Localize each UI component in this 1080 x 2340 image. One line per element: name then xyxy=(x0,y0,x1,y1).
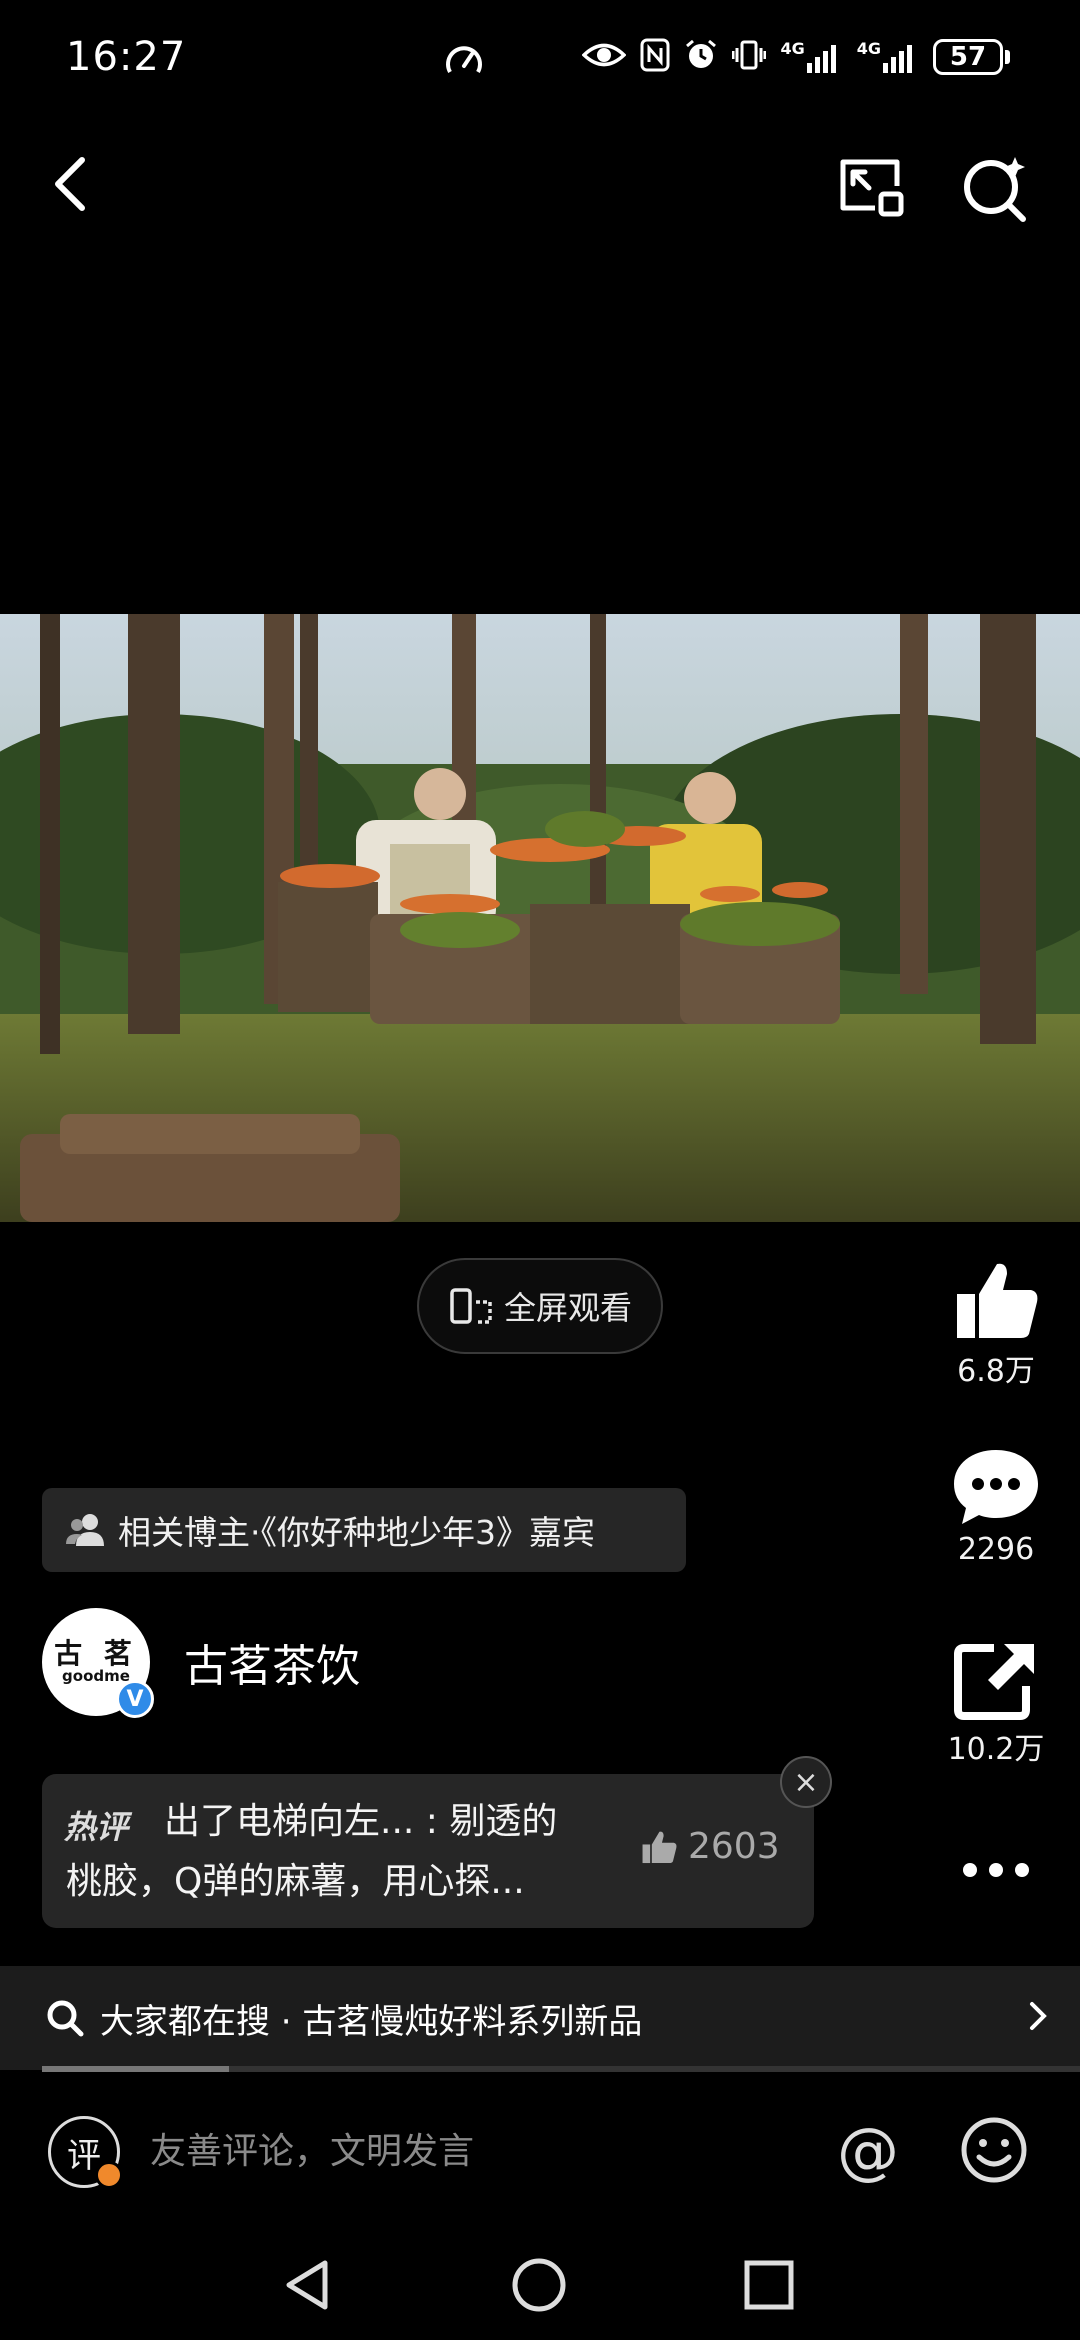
comment-icon-badge xyxy=(95,2161,123,2189)
share-icon xyxy=(954,1644,1034,1720)
hot-comment-line-1: 出了电梯向左... : 剔透的 xyxy=(164,1801,558,1842)
hot-comment-like[interactable]: 2603 xyxy=(640,1826,780,1867)
speedometer-icon xyxy=(444,42,484,82)
thumbs-up-icon xyxy=(957,1263,1038,1338)
related-tag-text: 相关博主·《你好种地少年3》嘉宾 xyxy=(118,1513,595,1552)
status-bar: 16:27 4G 4G 57 xyxy=(0,0,1080,120)
picture-in-picture-icon xyxy=(840,159,904,217)
trending-search-text: 大家都在搜 · 古茗慢炖好料系列新品 xyxy=(100,2001,643,2042)
status-time: 16:27 xyxy=(66,34,187,80)
hot-comment-badge: 热评 xyxy=(64,1808,129,1846)
close-hot-comment-button[interactable]: × xyxy=(780,1756,832,1808)
comment-action[interactable]: 2296 xyxy=(916,1446,1076,1567)
account-name[interactable]: 古茗茶饮 xyxy=(184,1630,360,1694)
thumbs-up-icon xyxy=(642,1831,677,1863)
chevron-left-icon xyxy=(55,157,85,211)
more-dot xyxy=(963,1863,977,1877)
share-count: 10.2万 xyxy=(947,1732,1045,1767)
emoji-button[interactable] xyxy=(954,2110,1034,2190)
fullscreen-label: 全屏观看 xyxy=(503,1289,632,1327)
network-type-1: 4G xyxy=(780,39,805,58)
like-count: 6.8万 xyxy=(957,1354,1035,1389)
people-icon xyxy=(66,1514,104,1546)
pip-button[interactable] xyxy=(830,148,910,228)
related-creator-tag[interactable]: 相关博主·《你好种地少年3》嘉宾 xyxy=(42,1488,686,1572)
signal-icon-1: 4G xyxy=(780,41,842,73)
smiley-icon xyxy=(961,2117,1027,2183)
nav-recents-button[interactable] xyxy=(734,2250,804,2320)
like-action[interactable]: 6.8万 xyxy=(916,1258,1076,1390)
hot-comment-like-count: 2603 xyxy=(688,1826,780,1867)
nfc-icon xyxy=(640,38,670,76)
more-options-button[interactable] xyxy=(946,1840,1046,1900)
alarm-icon xyxy=(684,38,718,76)
video-player[interactable] xyxy=(0,614,1080,1222)
more-dot xyxy=(989,1863,1003,1877)
circle-home-icon xyxy=(512,2258,566,2312)
share-action[interactable]: 10.2万 xyxy=(916,1640,1076,1768)
video-progress-fill xyxy=(42,2066,229,2072)
mention-button[interactable]: @ xyxy=(828,2110,908,2190)
verified-badge-icon: V xyxy=(116,1680,154,1718)
rotate-phone-icon xyxy=(450,1288,492,1324)
account-row[interactable]: 古 茗 goodme V 古茗茶饮 xyxy=(42,1608,360,1718)
eye-icon xyxy=(581,40,628,74)
search-button[interactable] xyxy=(956,148,1036,228)
logo-en: goodme xyxy=(62,1666,130,1685)
fullscreen-button[interactable]: 全屏观看 xyxy=(417,1258,663,1354)
more-dot xyxy=(1015,1863,1029,1877)
nav-home-button[interactable] xyxy=(504,2250,574,2320)
avatar[interactable]: 古 茗 goodme V xyxy=(42,1608,154,1718)
hot-comment-card[interactable]: 热评 出了电梯向左... : 剔透的 桃胶，Q弹的麻薯，用心探... 2603 xyxy=(42,1774,814,1928)
top-nav xyxy=(0,140,1080,240)
comment-count: 2296 xyxy=(957,1532,1035,1567)
trending-search-bar[interactable]: 大家都在搜 · 古茗慢炖好料系列新品 xyxy=(0,1966,1080,2070)
search-icon xyxy=(47,2000,84,2037)
comment-bar: 评 @ xyxy=(0,2080,1080,2220)
status-icons: 4G 4G 57 xyxy=(581,38,1010,76)
battery-level: 57 xyxy=(933,39,1003,75)
square-recents-icon xyxy=(744,2260,794,2310)
system-navigation-bar xyxy=(0,2220,1080,2340)
chevron-right-icon xyxy=(1030,2002,1047,2030)
back-button[interactable] xyxy=(34,148,106,220)
hot-comment-line-2: 桃胶，Q弹的麻薯，用心探... xyxy=(66,1861,525,1902)
search-sparkle-icon xyxy=(964,157,1026,222)
vibrate-icon xyxy=(731,38,767,76)
video-frame-forest-scene xyxy=(0,614,1080,1222)
comment-edit-icon[interactable]: 评 xyxy=(48,2116,123,2189)
logo-cn: 古 茗 xyxy=(54,1636,138,1670)
triangle-back-icon xyxy=(286,2260,328,2310)
network-type-2: 4G xyxy=(856,39,881,58)
comment-input[interactable] xyxy=(150,2130,790,2172)
signal-icon-2: 4G xyxy=(857,41,919,73)
battery-icon: 57 xyxy=(933,39,1010,75)
nav-back-button[interactable] xyxy=(272,2250,342,2320)
comment-bubble-icon xyxy=(954,1450,1038,1524)
